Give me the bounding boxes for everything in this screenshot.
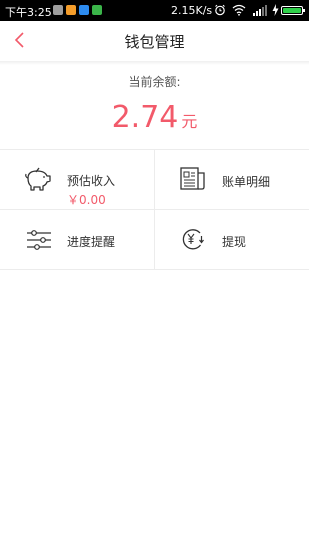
withdraw-label: 提现 (222, 235, 247, 249)
balance-label: 当前余额: (128, 75, 181, 89)
bill-newspaper-icon (180, 167, 205, 190)
wifi-icon (232, 4, 246, 16)
balance-unit: 元 (181, 112, 198, 131)
network-speed: 2.15K/s (171, 4, 213, 17)
estimated-income-value: ￥0.00 (67, 193, 106, 207)
balance-display: 2.74 元 (0, 100, 309, 135)
withdraw-yen-icon (182, 229, 204, 250)
sliders-icon (27, 230, 51, 250)
piggy-bank-icon (25, 167, 51, 191)
wechat-app-icon (92, 5, 102, 15)
status-bar: 下午3:25 2.15K/s (0, 0, 309, 21)
header-divider (0, 61, 309, 65)
header-bar: 钱包管理 (0, 21, 309, 61)
menu-item-progress-reminder[interactable]: 进度提醒 (0, 210, 154, 270)
menu-item-estimated-income[interactable]: 预估收入 ￥0.00 (0, 149, 154, 209)
calendar-app-icon (53, 5, 63, 15)
wallet-menu-grid: 预估收入 ￥0.00 账单明细 进度提醒 提现 (0, 149, 309, 270)
alarm-icon (215, 4, 225, 16)
menu-item-withdraw[interactable]: 提现 (155, 210, 309, 270)
estimated-income-label: 预估收入 (67, 174, 116, 188)
progress-reminder-label: 进度提醒 (67, 235, 116, 249)
signal-icon (253, 5, 267, 16)
status-time: 下午3:25 (5, 6, 52, 19)
battery-icon (281, 6, 305, 15)
balance-amount: 2.74 (111, 100, 179, 135)
map-app-icon (79, 5, 89, 15)
page-title: 钱包管理 (124, 33, 185, 51)
menu-item-bill-details[interactable]: 账单明细 (155, 149, 309, 209)
bill-details-label: 账单明细 (222, 175, 271, 189)
browser-app-icon (66, 5, 76, 15)
charging-icon (272, 4, 279, 16)
